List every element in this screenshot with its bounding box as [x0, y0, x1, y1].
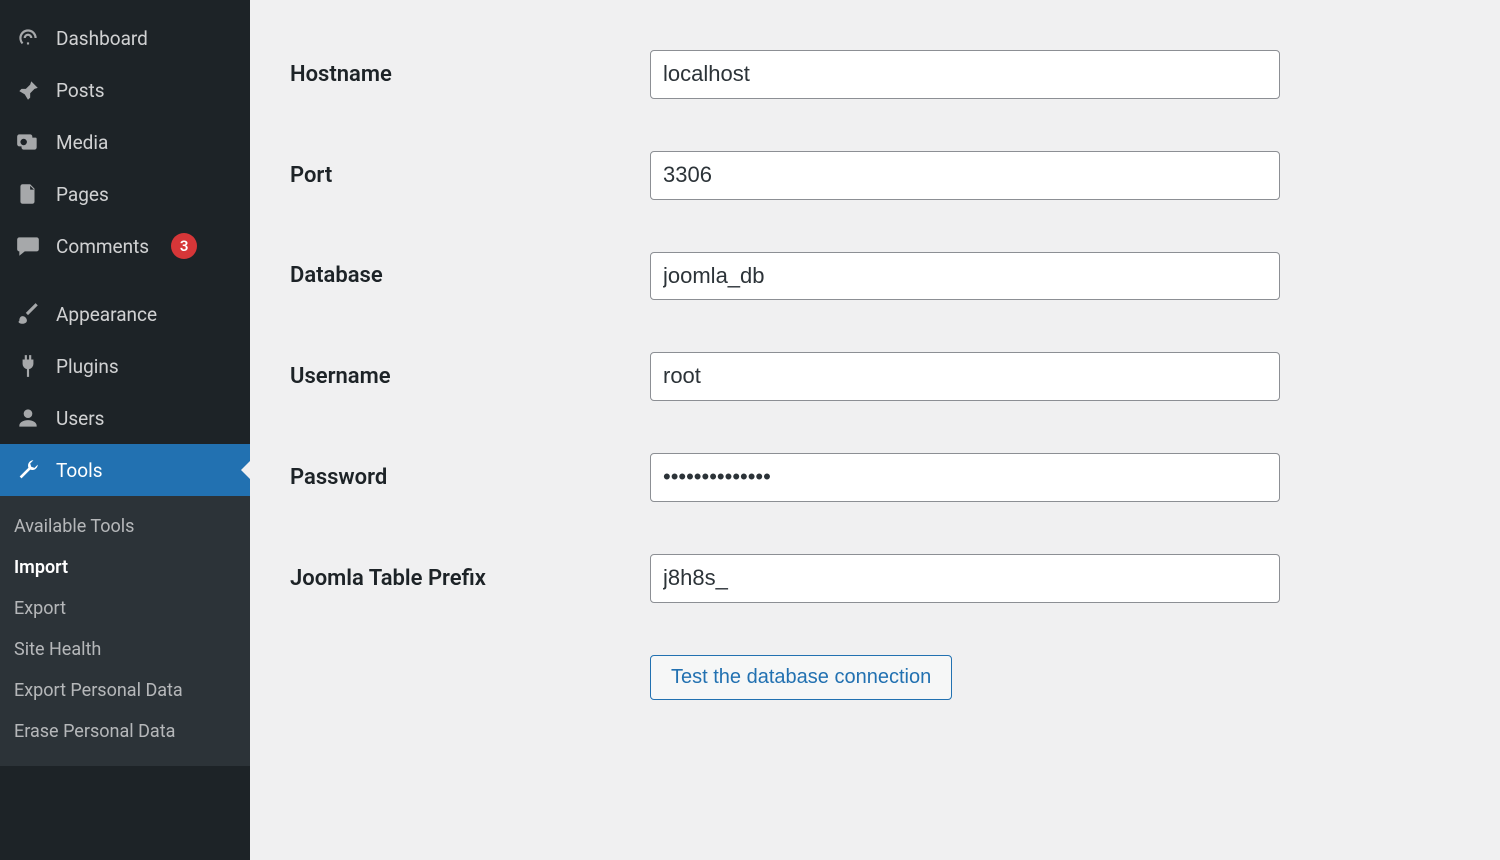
database-input[interactable] [650, 252, 1280, 301]
sidebar-item-label: Users [56, 407, 104, 430]
test-connection-button[interactable]: Test the database connection [650, 655, 952, 700]
sidebar-item-label: Tools [56, 459, 103, 482]
comments-icon [14, 232, 42, 260]
hostname-input[interactable] [650, 50, 1280, 99]
dashboard-icon [14, 24, 42, 52]
sidebar-item-label: Posts [56, 79, 105, 102]
hostname-row: Hostname [290, 50, 1290, 99]
button-row: Test the database connection [290, 655, 1290, 700]
submenu-export-personal-data[interactable]: Export Personal Data [0, 670, 250, 711]
sidebar-item-label: Dashboard [56, 27, 148, 50]
submenu-available-tools[interactable]: Available Tools [0, 506, 250, 547]
main-content: Hostname Port Database Username Password [250, 0, 1500, 860]
sidebar-item-plugins[interactable]: Plugins [0, 340, 250, 392]
sidebar-item-label: Appearance [56, 303, 157, 326]
sidebar-item-label: Media [56, 131, 108, 154]
sidebar-item-tools[interactable]: Tools [0, 444, 250, 496]
sidebar-item-label: Plugins [56, 355, 119, 378]
submenu-site-health[interactable]: Site Health [0, 629, 250, 670]
prefix-row: Joomla Table Prefix [290, 554, 1290, 603]
tools-submenu: Available Tools Import Export Site Healt… [0, 496, 250, 766]
sidebar-item-posts[interactable]: Posts [0, 64, 250, 116]
sidebar-item-users[interactable]: Users [0, 392, 250, 444]
pages-icon [14, 180, 42, 208]
wrench-icon [14, 456, 42, 484]
sidebar-item-dashboard[interactable]: Dashboard [0, 12, 250, 64]
database-label: Database [290, 263, 650, 288]
submenu-import[interactable]: Import [0, 547, 250, 588]
sidebar-item-pages[interactable]: Pages [0, 168, 250, 220]
sidebar-separator [0, 276, 250, 284]
comments-count-badge: 3 [171, 233, 197, 259]
sidebar-item-comments[interactable]: Comments 3 [0, 220, 250, 272]
sidebar-item-label: Comments [56, 235, 149, 258]
username-row: Username [290, 352, 1290, 401]
username-label: Username [290, 364, 650, 389]
plug-icon [14, 352, 42, 380]
sidebar-item-label: Pages [56, 183, 109, 206]
database-row: Database [290, 252, 1290, 301]
sidebar-item-appearance[interactable]: Appearance [0, 288, 250, 340]
port-row: Port [290, 151, 1290, 200]
password-row: Password [290, 453, 1290, 502]
prefix-label: Joomla Table Prefix [290, 566, 650, 591]
pin-icon [14, 76, 42, 104]
port-input[interactable] [650, 151, 1280, 200]
user-icon [14, 404, 42, 432]
submenu-export[interactable]: Export [0, 588, 250, 629]
admin-sidebar: Dashboard Posts Media Pages Comments 3 A… [0, 0, 250, 860]
media-icon [14, 128, 42, 156]
hostname-label: Hostname [290, 62, 650, 87]
username-input[interactable] [650, 352, 1280, 401]
password-input[interactable] [650, 453, 1280, 502]
password-label: Password [290, 465, 650, 490]
submenu-erase-personal-data[interactable]: Erase Personal Data [0, 711, 250, 752]
sidebar-item-media[interactable]: Media [0, 116, 250, 168]
db-connection-form: Hostname Port Database Username Password [290, 50, 1290, 700]
port-label: Port [290, 163, 650, 188]
prefix-input[interactable] [650, 554, 1280, 603]
brush-icon [14, 300, 42, 328]
